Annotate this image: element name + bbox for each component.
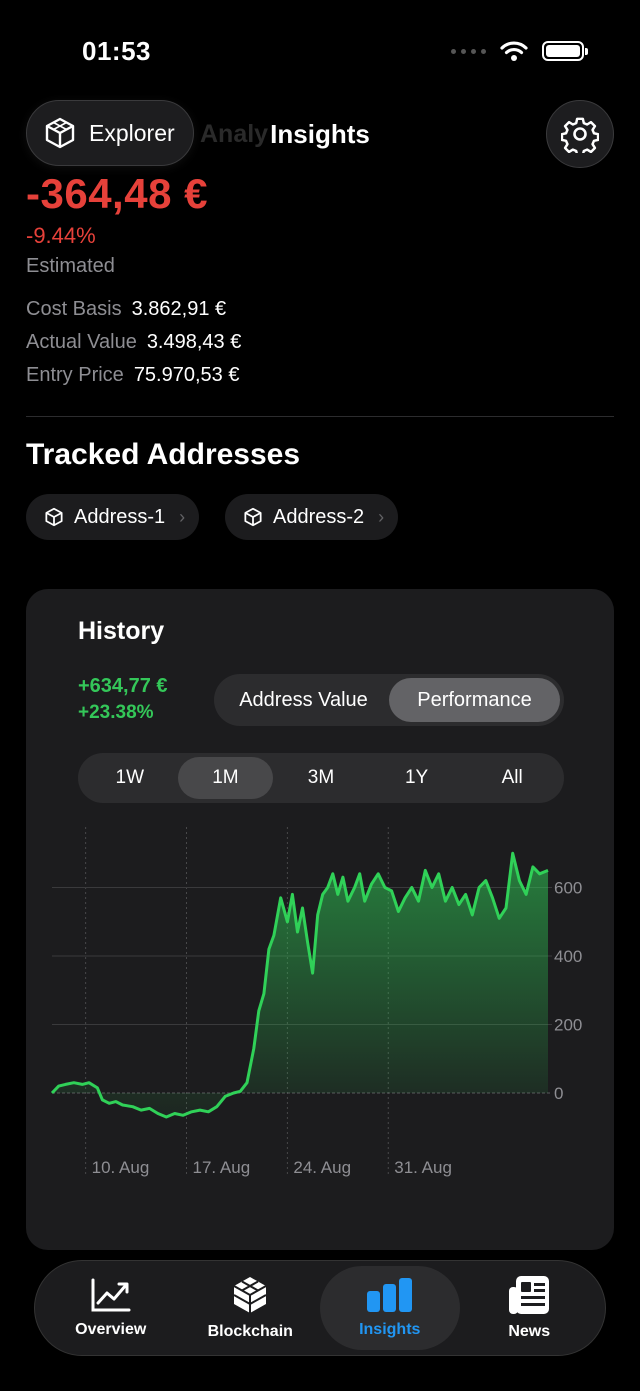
address-chip-1[interactable]: Address-1 › — [26, 494, 200, 540]
newspaper-icon — [509, 1276, 550, 1314]
cube-icon — [45, 507, 63, 527]
y-tick-label: 0 — [554, 1084, 563, 1103]
tab-overview[interactable]: Overview — [41, 1266, 181, 1350]
y-tick-label: 600 — [554, 879, 582, 898]
performance-area — [52, 853, 548, 1117]
settings-button[interactable] — [546, 100, 614, 168]
explorer-label: Explorer — [89, 119, 175, 146]
stat-label: Cost Basis — [26, 298, 122, 320]
battery-icon — [542, 41, 588, 61]
status-icons — [451, 40, 588, 62]
bar-chart-icon — [366, 1278, 412, 1312]
cube-icon — [244, 507, 262, 527]
entry-price-row: Entry Price 75.970,53 € — [26, 364, 239, 387]
tab-news[interactable]: News — [460, 1266, 600, 1350]
tab-label: News — [508, 1323, 551, 1340]
chevron-right-icon: › — [378, 506, 385, 527]
tab-label: Overview — [75, 1321, 147, 1338]
address-label: Address-1 — [74, 505, 166, 528]
chart-line-icon — [91, 1278, 131, 1312]
x-tick-label: 10. Aug — [92, 1158, 150, 1177]
history-card: History +634,77 € +23.38% Address Value … — [26, 589, 614, 1250]
explorer-button[interactable]: Explorer — [26, 100, 194, 166]
address-chip-2[interactable]: Address-2 › — [225, 494, 399, 540]
estimated-label: Estimated — [26, 255, 115, 277]
stat-value: 3.862,91 € — [131, 298, 227, 320]
stat-label: Entry Price — [26, 364, 124, 386]
tab-bar: Overview Blockchain Insights News — [34, 1260, 606, 1356]
tab-insights[interactable]: Insights — [320, 1266, 460, 1350]
x-tick-label: 31. Aug — [394, 1158, 452, 1177]
stat-value: 75.970,53 € — [133, 364, 240, 386]
cellular-signal-icon — [451, 48, 486, 54]
tracked-addresses-title: Tracked Addresses — [26, 438, 301, 471]
profit-loss-percent: -9.44% — [26, 223, 96, 248]
x-tick-label: 17. Aug — [193, 1158, 251, 1177]
actual-value-row: Actual Value 3.498,43 € — [26, 331, 241, 354]
status-time: 01:53 — [82, 36, 151, 66]
cube-icon — [45, 117, 75, 149]
divider — [26, 416, 614, 417]
y-tick-label: 200 — [554, 1016, 582, 1035]
stat-label: Actual Value — [26, 331, 137, 353]
tab-blockchain[interactable]: Blockchain — [181, 1266, 321, 1350]
wifi-icon — [500, 41, 528, 61]
status-bar: 01:53 — [0, 0, 640, 100]
address-label: Address-2 — [273, 505, 365, 528]
performance-chart: 10. Aug 17. Aug 24. Aug 31. Aug 0 200 400 600 — [50, 827, 582, 1177]
navigation-bar: Analy Insights Explorer — [0, 100, 640, 170]
cost-basis-row: Cost Basis 3.862,91 € — [26, 298, 226, 321]
stat-value: 3.498,43 € — [146, 331, 242, 353]
profit-loss-value: -364,48 € — [26, 170, 208, 217]
x-tick-label: 24. Aug — [293, 1158, 351, 1177]
gear-icon — [561, 117, 599, 153]
blockchain-cube-icon — [233, 1277, 267, 1313]
chevron-right-icon: › — [179, 506, 186, 527]
tab-label: Blockchain — [207, 1323, 293, 1340]
y-tick-label: 400 — [554, 947, 582, 966]
tab-label: Insights — [359, 1321, 421, 1338]
